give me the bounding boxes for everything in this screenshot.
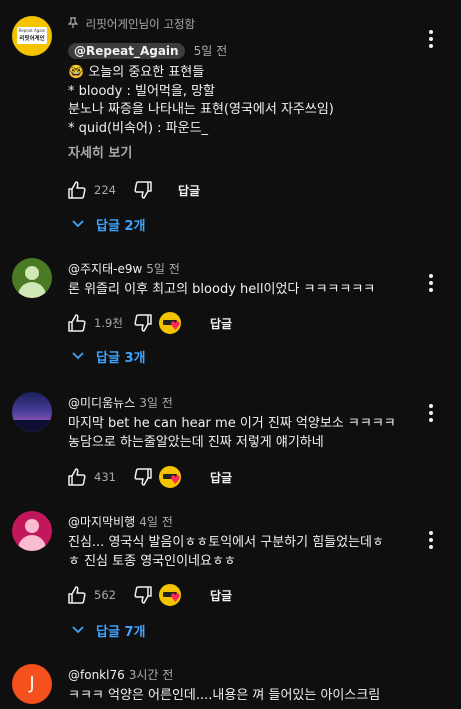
like-count: 224 — [94, 183, 116, 197]
comment-meta: @미디움뉴스 3일 전 — [68, 394, 421, 411]
comment-meta: @마지막비행 4일 전 — [68, 513, 421, 530]
comment-time[interactable]: 5일 전 — [194, 44, 228, 58]
comment-line: ㅎ 진심 토종 영국인이네요ㅎㅎ — [68, 553, 236, 569]
comment-time[interactable]: 3시간 전 — [129, 668, 174, 682]
reply-button[interactable]: 답글 — [210, 469, 232, 486]
comment-author[interactable]: @주지태-e9w — [68, 262, 142, 276]
comment-line: 마지막 bet he can hear me 이거 진짜 억양보소 ㅋㅋㅋㅋ — [68, 416, 396, 431]
reply-button[interactable]: 답글 — [210, 587, 232, 604]
comment-line: 론 위즐리 이후 최고의 bloody hell이었다 ㅋㅋㅋㅋㅋㅋ — [68, 282, 376, 297]
creator-heart-icon: ♥ — [158, 584, 186, 606]
dislike-icon[interactable] — [132, 312, 154, 334]
chevron-down-icon — [72, 352, 84, 360]
dislike-icon[interactable] — [132, 584, 154, 606]
read-more-button[interactable]: 자세히 보기 — [68, 142, 421, 161]
comment-line: 분노나 짜증을 나타내는 표현(영국에서 자주쓰임) — [68, 102, 334, 117]
pin-icon — [67, 17, 79, 28]
channel-avatar[interactable]: Repeat Again 리핏어게인 — [12, 16, 52, 56]
comment-author[interactable]: @마지막비행 — [68, 515, 135, 529]
comment-line: 🤓 오늘의 중요한 표현들 — [68, 65, 205, 80]
like-count: 431 — [94, 470, 116, 484]
comment-actions: 562 ♥ 답글 — [66, 584, 232, 606]
comment-actions: 431 ♥ 답글 — [66, 466, 232, 488]
avatar-letter: J — [29, 673, 35, 694]
more-actions-icon[interactable] — [423, 404, 439, 426]
comment-line: 진심... 영국식 발음이ㅎㅎ토익에서 구분하기 힘들었는데ㅎ — [68, 535, 384, 550]
more-actions-icon[interactable] — [423, 274, 439, 296]
reply-button[interactable]: 답글 — [210, 315, 232, 332]
comment-time[interactable]: 3일 전 — [139, 396, 173, 410]
dislike-icon[interactable] — [132, 179, 154, 201]
pinned-label-row: 리핏어게인님이 고정함 — [67, 16, 421, 32]
comment-line: * bloody : 빌어먹을, 망할 — [68, 83, 216, 99]
like-count: 562 — [94, 588, 116, 602]
replies-toggle[interactable]: 답글 2개 — [72, 213, 145, 235]
like-icon[interactable] — [66, 584, 88, 606]
comment-actions: 1.9천 ♥ 답글 — [66, 312, 232, 334]
like-count: 1.9천 — [94, 316, 123, 330]
like-icon[interactable] — [66, 312, 88, 334]
chevron-down-icon — [72, 626, 84, 634]
replies-toggle[interactable]: 답글 3개 — [72, 345, 145, 367]
comment-actions: 224 답글 — [66, 179, 200, 201]
comment-text: ㅋㅋㅋ 억양은 어른인데....내용은 껴 들어있는 아이스크림 — [68, 687, 421, 706]
like-icon[interactable] — [66, 179, 88, 201]
comment-time[interactable]: 5일 전 — [146, 262, 180, 276]
comment-time[interactable]: 4일 전 — [139, 515, 173, 529]
comment-line: ㅋㅋㅋ 억양은 어른인데....내용은 껴 들어있는 아이스크림 — [68, 688, 381, 703]
like-icon[interactable] — [66, 466, 88, 488]
comment-author[interactable]: @fonkl76 — [68, 668, 125, 682]
dislike-icon[interactable] — [132, 466, 154, 488]
comment-text: 론 위즐리 이후 최고의 bloody hell이었다 ㅋㅋㅋㅋㅋㅋ — [68, 281, 421, 300]
comment-text: 🤓 오늘의 중요한 표현들 * bloody : 빌어먹을, 망할 분노나 짜증… — [68, 64, 421, 138]
comment-line: * quid(비속어) : 파운드_ — [68, 120, 209, 136]
comment-line: 농담으로 하는줄알았는데 진짜 저렇게 얘기하네 — [68, 434, 324, 450]
pinned-meta: @Repeat_Again 5일 전 — [68, 40, 421, 59]
reply-button[interactable]: 답글 — [178, 182, 200, 199]
comment-meta: @fonkl76 3시간 전 — [68, 666, 421, 683]
author-chip[interactable]: @Repeat_Again — [68, 43, 185, 59]
avatar[interactable] — [12, 511, 52, 551]
replies-toggle[interactable]: 답글 7개 — [72, 619, 145, 641]
more-actions-icon[interactable] — [423, 531, 439, 553]
comment-author[interactable]: @미디움뉴스 — [68, 396, 135, 410]
comment-meta: @주지태-e9w 5일 전 — [68, 260, 421, 277]
replies-toggle-label: 답글 7개 — [96, 624, 146, 640]
comment-text: 진심... 영국식 발음이ㅎㅎ토익에서 구분하기 힘들었는데ㅎ ㅎ 진심 토종 … — [68, 534, 421, 571]
avatar[interactable]: J — [12, 664, 52, 704]
creator-heart-icon: ♥ — [158, 466, 186, 488]
chevron-down-icon — [72, 220, 84, 228]
avatar[interactable] — [12, 392, 52, 432]
creator-heart-icon: ♥ — [158, 312, 186, 334]
more-actions-icon[interactable] — [423, 30, 439, 52]
replies-toggle-label: 답글 2개 — [96, 218, 146, 234]
avatar-logo-text: Repeat Again — [18, 28, 46, 33]
comment-text: 마지막 bet he can hear me 이거 진짜 억양보소 ㅋㅋㅋㅋ 농… — [68, 415, 421, 452]
pinned-label: 리핏어게인님이 고정함 — [85, 17, 196, 31]
avatar-logo-main: 리핏어게인 — [19, 36, 45, 42]
replies-toggle-label: 답글 3개 — [96, 350, 146, 366]
avatar[interactable] — [12, 258, 52, 298]
